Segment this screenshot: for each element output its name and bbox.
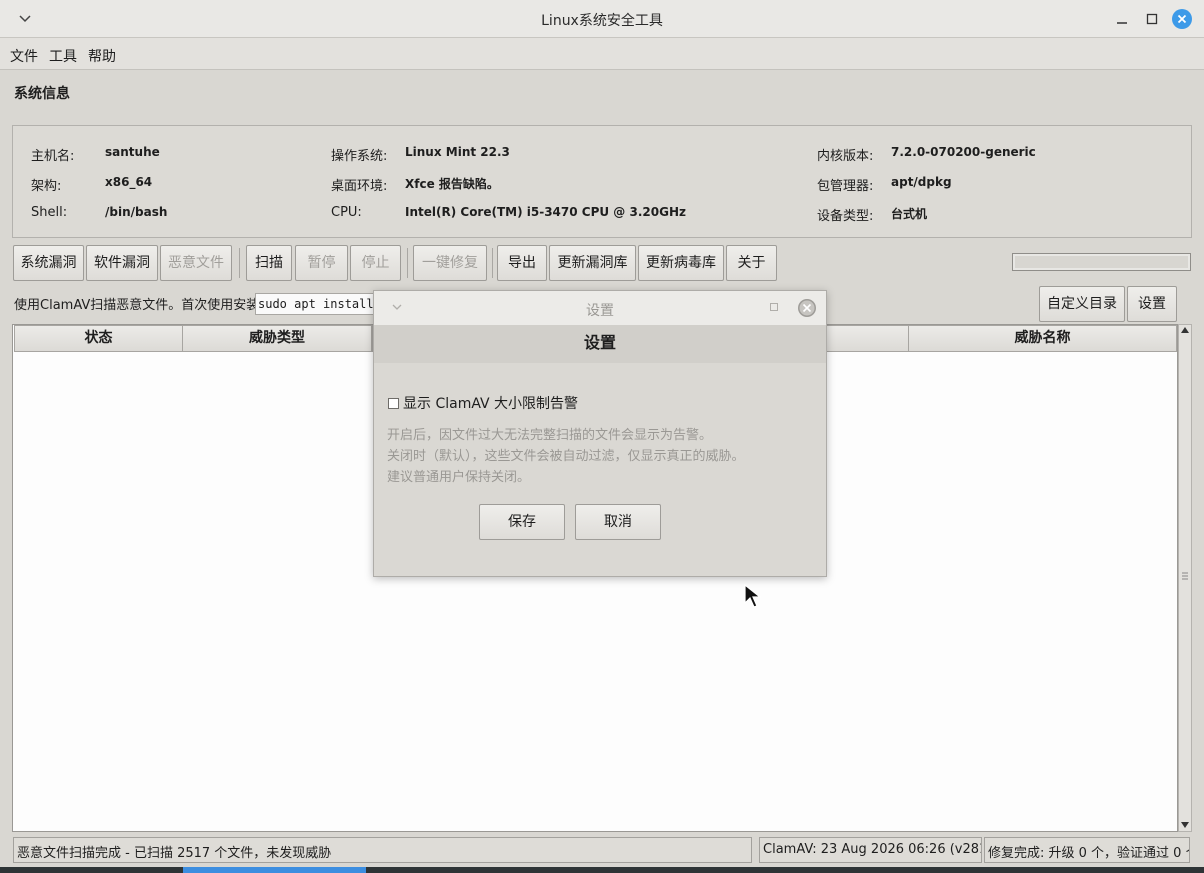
close-icon[interactable] (1172, 9, 1192, 29)
scan-progress-bar (1012, 253, 1191, 271)
desktop-value: Xfce 报告缺陷。 (405, 177, 499, 191)
save-button[interactable]: 保存 (479, 504, 565, 540)
title-bar: Linux系统安全工具 (0, 0, 1204, 38)
dialog-heading: 设置 (374, 325, 826, 363)
description-line-3: 建议普通用户保持关闭。 (387, 470, 531, 485)
menu-bar: 文件 工具 帮助 (0, 38, 1204, 70)
cancel-button[interactable]: 取消 (575, 504, 661, 540)
os-value: Linux Mint 22.3 (405, 145, 510, 159)
description-line-1: 开启后，因文件过大无法完整扫描的文件会显示为告警。 (387, 428, 713, 443)
checkbox-label: 显示 ClamAV 大小限制告警 (403, 396, 579, 412)
pause-button[interactable]: 暂停 (295, 245, 348, 281)
soft-vuln-button[interactable]: 软件漏洞 (86, 245, 158, 281)
hostname-value: santuhe (105, 145, 160, 159)
column-header-status[interactable]: 状态 (14, 325, 183, 352)
clamav-hint-label: 使用ClamAV扫描恶意文件。首次使用安装: (14, 298, 264, 313)
vertical-scrollbar[interactable] (1178, 324, 1192, 832)
window-title: Linux系统安全工具 (541, 13, 663, 29)
scan-button[interactable]: 扫描 (246, 245, 292, 281)
kernel-label: 内核版本: (817, 149, 874, 164)
shell-label: Shell: (31, 205, 68, 220)
custom-dir-button[interactable]: 自定义目录 (1039, 286, 1125, 322)
dialog-window-title: 设置 (586, 303, 614, 319)
os-label: 操作系统: (331, 149, 388, 164)
kernel-value: 7.2.0-070200-generic (891, 145, 1036, 159)
cpu-label: CPU: (331, 205, 362, 220)
sysinfo-section-label: 系统信息 (14, 86, 70, 102)
shell-value: /bin/bash (105, 205, 168, 219)
taskbar-active-item[interactable] (183, 867, 366, 873)
menu-help[interactable]: 帮助 (88, 46, 116, 66)
stop-button[interactable]: 停止 (350, 245, 401, 281)
about-button[interactable]: 关于 (726, 245, 777, 281)
scroll-up-arrow-icon[interactable] (1181, 327, 1189, 333)
hostname-label: 主机名: (31, 149, 75, 164)
desktop-label: 桌面环境: (331, 179, 388, 194)
scroll-grip-icon[interactable] (1182, 572, 1188, 580)
one-click-fix-button[interactable]: 一键修复 (413, 245, 487, 281)
pkgmgr-value: apt/dpkg (891, 175, 952, 189)
scroll-down-arrow-icon[interactable] (1181, 822, 1189, 828)
update-vuln-db-button[interactable]: 更新漏洞库 (549, 245, 636, 281)
arch-label: 架构: (31, 179, 62, 194)
pkgmgr-label: 包管理器: (817, 179, 874, 194)
menu-tools[interactable]: 工具 (49, 46, 77, 66)
checkbox-box[interactable] (388, 398, 399, 409)
dialog-close-icon[interactable] (797, 298, 817, 318)
cpu-value: Intel(R) Core(TM) i5-3470 CPU @ 3.20GHz (405, 205, 686, 219)
taskbar (0, 867, 1204, 873)
dialog-maximize-icon[interactable] (770, 303, 779, 312)
toolbar-separator (407, 248, 408, 278)
export-button[interactable]: 导出 (497, 245, 547, 281)
clamav-db-status: ClamAV: 23 Aug 2026 06:26 (v28101) (759, 837, 982, 863)
menu-file[interactable]: 文件 (10, 46, 38, 66)
maximize-icon[interactable] (1142, 9, 1162, 29)
devtype-label: 设备类型: (817, 209, 874, 224)
mouse-cursor-icon (744, 584, 762, 608)
update-virus-db-button[interactable]: 更新病毒库 (638, 245, 724, 281)
arch-value: x86_64 (105, 175, 153, 189)
minimize-icon[interactable] (1112, 9, 1132, 29)
settings-dialog: 设置 设置 显示 ClamAV 大小限制告警 开启后，因文件过大无法完整扫描的文… (373, 290, 827, 577)
malware-button[interactable]: 恶意文件 (160, 245, 232, 281)
sys-vuln-button[interactable]: 系统漏洞 (13, 245, 84, 281)
column-header-threat-type[interactable]: 威胁类型 (182, 325, 372, 352)
status-message: 恶意文件扫描完成 - 已扫描 2517 个文件，未发现威胁 (13, 837, 752, 863)
sysinfo-panel: 主机名: santuhe 操作系统: Linux Mint 22.3 内核版本:… (12, 125, 1192, 238)
description-line-2: 关闭时（默认），这些文件会被自动过滤，仅显示真正的威胁。 (387, 449, 745, 464)
devtype-value: 台式机 (891, 207, 928, 221)
size-limit-warning-checkbox[interactable]: 显示 ClamAV 大小限制告警 (388, 393, 578, 413)
toolbar-separator (492, 248, 493, 278)
dialog-title-bar: 设置 (374, 291, 826, 325)
toolbar-separator (239, 248, 240, 278)
column-header-threat-name[interactable]: 威胁名称 (908, 325, 1177, 352)
install-command-field[interactable]: sudo apt install cl (255, 293, 385, 315)
settings-button[interactable]: 设置 (1127, 286, 1177, 322)
fix-status: 修复完成: 升级 0 个，验证通过 0 个 (984, 837, 1190, 863)
